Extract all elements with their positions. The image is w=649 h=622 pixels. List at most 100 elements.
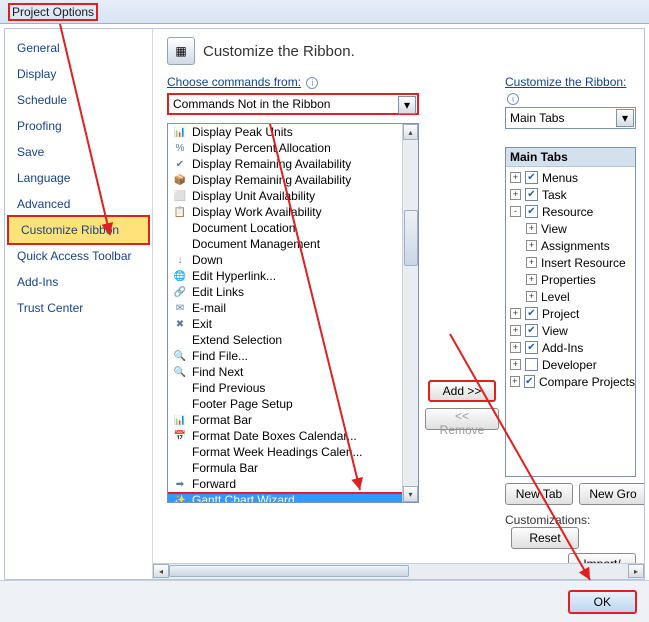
command-item[interactable]: Find Previous	[168, 380, 402, 396]
command-item[interactable]: 🔍Find File...	[168, 348, 402, 364]
command-item[interactable]: Format Week Headings Calen...	[168, 444, 402, 460]
tree-label: Developer	[542, 358, 597, 372]
tree-node[interactable]: +✔View	[506, 322, 635, 339]
tree-node[interactable]: +✔Menus	[506, 169, 635, 186]
scroll-up-icon[interactable]: ▴	[403, 124, 418, 140]
ribbon-tree[interactable]: Main Tabs +✔Menus+✔Task-✔Resource+View+A…	[505, 147, 636, 477]
expand-icon[interactable]: +	[510, 342, 521, 353]
ribbon-icon: ▦	[167, 37, 195, 65]
checkbox[interactable]: ✔	[524, 375, 535, 388]
command-item[interactable]: %Display Percent Allocation	[168, 140, 402, 156]
sidebar-item-advanced[interactable]: Advanced	[5, 191, 152, 217]
checkbox[interactable]: ✔	[525, 324, 538, 337]
tree-node[interactable]: +✔Add-Ins	[506, 339, 635, 356]
tree-node[interactable]: -✔Resource	[506, 203, 635, 220]
expand-icon[interactable]: +	[510, 172, 521, 183]
command-item[interactable]: 📅Format Date Boxes Calendar...	[168, 428, 402, 444]
expand-icon[interactable]: +	[510, 189, 521, 200]
command-item[interactable]: ➡Forward	[168, 476, 402, 492]
sidebar-item-save[interactable]: Save	[5, 139, 152, 165]
sidebar-item-trust-center[interactable]: Trust Center	[5, 295, 152, 321]
expand-icon[interactable]: +	[526, 240, 537, 251]
commands-listbox[interactable]: 📊Display Peak Units%Display Percent Allo…	[167, 123, 419, 503]
tree-node[interactable]: +Properties	[506, 271, 635, 288]
sidebar-item-customize-ribbon[interactable]: Customize Ribbon	[7, 215, 150, 245]
command-item[interactable]: Document Location	[168, 220, 402, 236]
choose-commands-combo[interactable]: Commands Not in the Ribbon ▾	[167, 93, 419, 115]
tree-label: Compare Projects	[539, 375, 635, 389]
horizontal-scrollbar[interactable]: ◂ ▸	[153, 563, 644, 579]
expand-icon[interactable]: -	[510, 206, 521, 217]
sidebar-item-proofing[interactable]: Proofing	[5, 113, 152, 139]
sidebar-item-general[interactable]: General	[5, 35, 152, 61]
expand-icon[interactable]: +	[510, 325, 521, 336]
tree-node[interactable]: +✔Task	[506, 186, 635, 203]
transfer-column: Add >> << Remove	[425, 75, 499, 575]
command-icon: 🌐	[172, 269, 188, 283]
checkbox[interactable]	[525, 358, 538, 371]
tree-node[interactable]: +Assignments	[506, 237, 635, 254]
tree-node[interactable]: + ✔ Compare Projects	[506, 373, 635, 390]
command-icon: 🔗	[172, 285, 188, 299]
tree-node[interactable]: +Level	[506, 288, 635, 305]
expand-icon[interactable]: +	[526, 223, 537, 234]
command-item[interactable]: 📊Format Bar	[168, 412, 402, 428]
hscroll-thumb[interactable]	[169, 565, 409, 577]
sidebar-item-add-ins[interactable]: Add-Ins	[5, 269, 152, 295]
command-item[interactable]: 📋Display Work Availability	[168, 204, 402, 220]
command-item[interactable]: 📊Display Peak Units	[168, 124, 402, 140]
command-item[interactable]: ✨Gantt Chart Wizard...	[168, 492, 402, 502]
sidebar-item-quick-access-toolbar[interactable]: Quick Access Toolbar	[5, 243, 152, 269]
command-icon	[172, 381, 188, 395]
sidebar-item-schedule[interactable]: Schedule	[5, 87, 152, 113]
scroll-thumb[interactable]	[404, 210, 418, 266]
command-item[interactable]: 🔍Find Next	[168, 364, 402, 380]
checkbox[interactable]: ✔	[525, 188, 538, 201]
command-item[interactable]: 🌐Edit Hyperlink...	[168, 268, 402, 284]
expand-icon[interactable]: +	[526, 257, 537, 268]
checkbox[interactable]: ✔	[525, 171, 538, 184]
info-icon[interactable]: i	[507, 93, 519, 105]
tree-node[interactable]: +✔Project	[506, 305, 635, 322]
ribbon-tabs-combo[interactable]: Main Tabs ▾	[505, 107, 636, 129]
tree-node[interactable]: +View	[506, 220, 635, 237]
command-item[interactable]: ↓Down	[168, 252, 402, 268]
expand-icon[interactable]: +	[526, 274, 537, 285]
checkbox[interactable]: ✔	[525, 341, 538, 354]
sidebar-item-language[interactable]: Language	[5, 165, 152, 191]
info-icon[interactable]: i	[306, 77, 318, 89]
checkbox[interactable]: ✔	[525, 205, 538, 218]
command-item[interactable]: Extend Selection	[168, 332, 402, 348]
tree-node[interactable]: + Developer	[506, 356, 635, 373]
chevron-down-icon[interactable]: ▾	[398, 96, 416, 114]
commands-scrollbar[interactable]: ▴ ▾	[402, 124, 418, 502]
expand-icon[interactable]: +	[510, 308, 521, 319]
command-item[interactable]: 📦Display Remaining Availability	[168, 172, 402, 188]
new-tab-button[interactable]: New Tab	[505, 483, 573, 505]
checkbox[interactable]: ✔	[525, 307, 538, 320]
command-item[interactable]: Formula Bar	[168, 460, 402, 476]
command-item[interactable]: Document Management	[168, 236, 402, 252]
ok-button[interactable]: OK	[568, 590, 637, 614]
command-item[interactable]: Footer Page Setup	[168, 396, 402, 412]
expand-icon[interactable]: +	[510, 376, 520, 387]
command-item[interactable]: ✔Display Remaining Availability	[168, 156, 402, 172]
command-item[interactable]: ✖Exit	[168, 316, 402, 332]
reset-button[interactable]: Reset	[511, 527, 579, 549]
chevron-down-icon[interactable]: ▾	[616, 109, 634, 127]
command-item[interactable]: ✉E-mail	[168, 300, 402, 316]
command-label: Down	[192, 253, 223, 267]
tree-node[interactable]: +Insert Resource	[506, 254, 635, 271]
scroll-left-icon[interactable]: ◂	[153, 564, 169, 578]
scroll-right-icon[interactable]: ▸	[628, 564, 644, 578]
expand-icon[interactable]: +	[526, 291, 537, 302]
new-group-button[interactable]: New Gro	[579, 483, 644, 505]
command-item[interactable]: ⬜Display Unit Availability	[168, 188, 402, 204]
sidebar-item-display[interactable]: Display	[5, 61, 152, 87]
command-label: Footer Page Setup	[192, 397, 293, 411]
expand-icon[interactable]: +	[510, 359, 521, 370]
scroll-down-icon[interactable]: ▾	[403, 486, 418, 502]
command-item[interactable]: 🔗Edit Links	[168, 284, 402, 300]
command-icon: 📊	[172, 413, 188, 427]
add-button[interactable]: Add >>	[428, 380, 496, 402]
